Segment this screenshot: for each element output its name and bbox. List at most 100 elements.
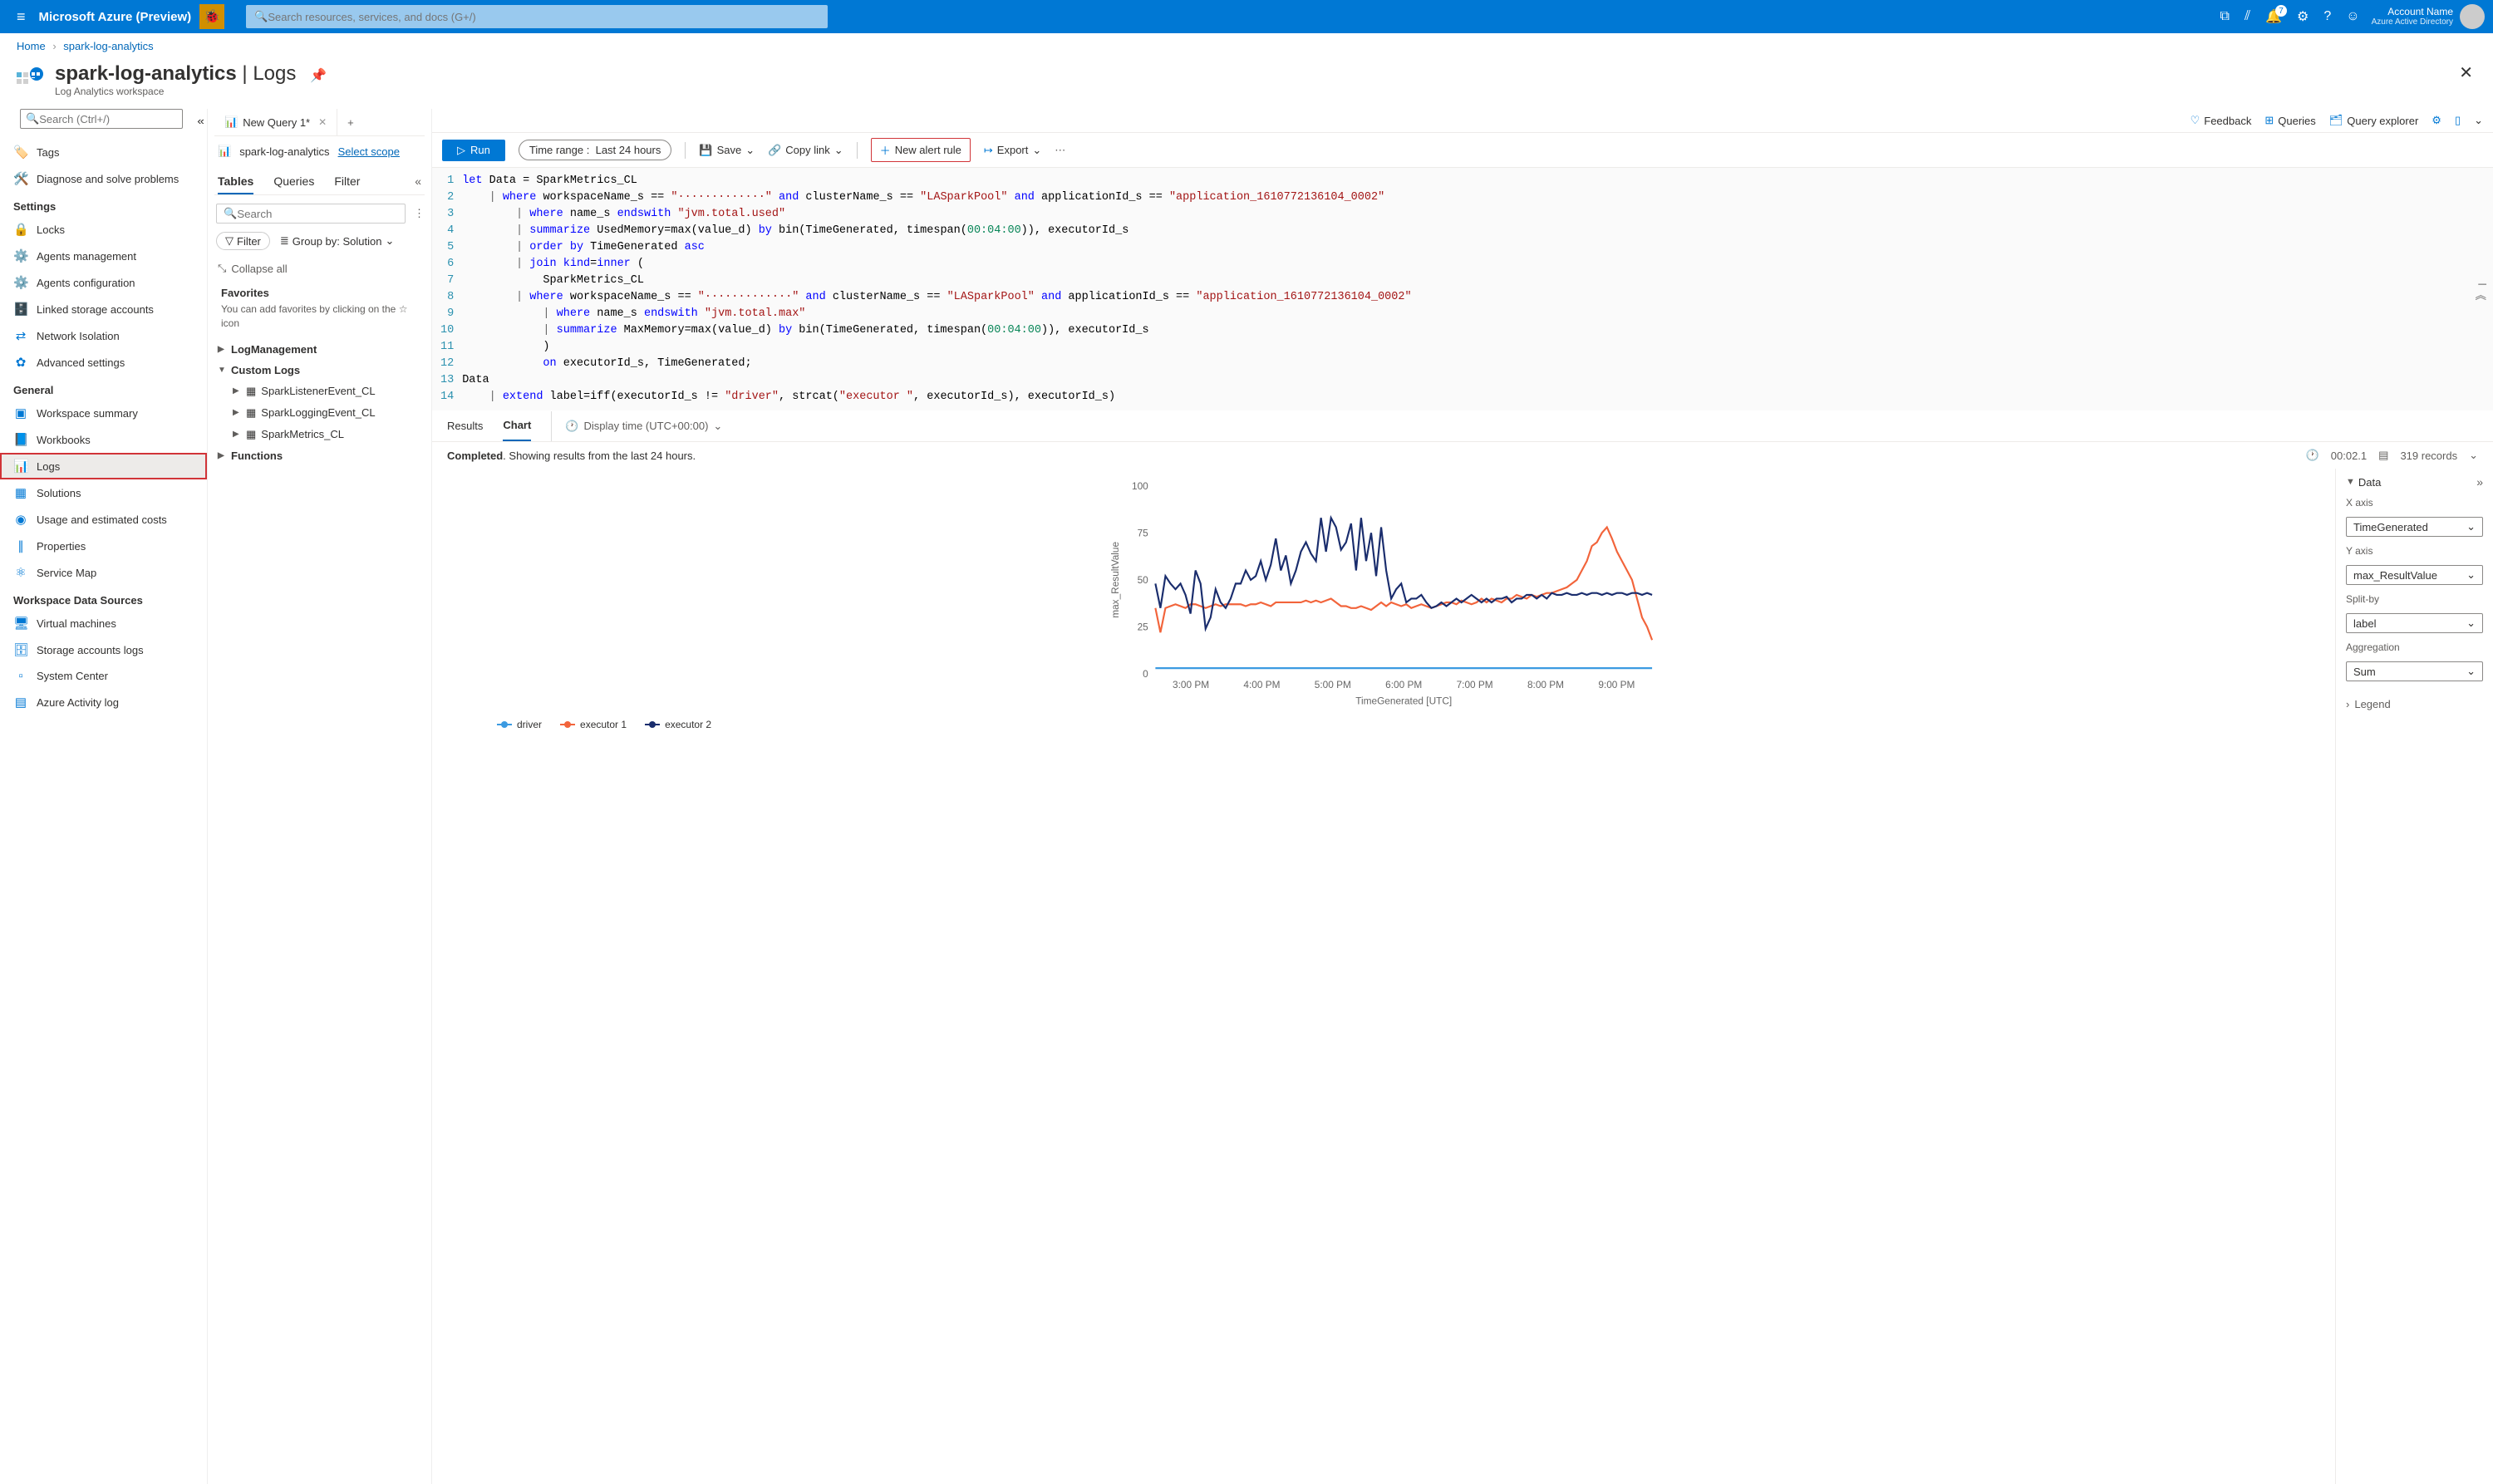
tree-functions[interactable]: ▶Functions [214,445,425,466]
clock-icon: 🕐 [565,420,578,433]
filter-button[interactable]: ▽Filter [216,232,270,250]
directory-filter-icon[interactable]: ⫽ [2245,9,2250,24]
splitby-select[interactable]: label⌄ [2346,613,2483,633]
tree-item-SparkLoggingEvent_CL[interactable]: ▶▦SparkLoggingEvent_CL [214,402,425,424]
clock-icon: 🕐 [2306,449,2319,462]
avatar[interactable] [2460,4,2485,29]
sidebar-item-virtual-machines[interactable]: 🖥Virtual machines [0,610,207,636]
collapse-panel-icon[interactable]: « [415,170,421,194]
search-icon: 🔍 [254,10,268,23]
y-axis-select[interactable]: max_ResultValue⌄ [2346,565,2483,585]
settings-icon[interactable]: ⚙ [2297,8,2309,25]
tree-item-SparkListenerEvent_CL[interactable]: ▶▦SparkListenerEvent_CL [214,381,425,402]
breadcrumb-current[interactable]: spark-log-analytics [63,40,153,52]
collapse-config-icon[interactable]: » [2476,475,2483,489]
code-body[interactable]: let Data = SparkMetrics_CL | where works… [462,173,2493,405]
display-time-select[interactable]: 🕐Display time (UTC+00:00) ⌄ [551,411,722,441]
tab-queries[interactable]: Queries [273,170,314,194]
sidebar-search-input[interactable] [39,113,177,125]
tables-search[interactable]: 🔍 [216,204,406,224]
pin-icon[interactable]: 📌 [310,69,327,83]
sidebar-item-icon: 🏷️ [13,145,28,160]
tree-item-SparkMetrics_CL[interactable]: ▶▦SparkMetrics_CL [214,424,425,445]
expand-results-icon[interactable]: ⌄ [2469,449,2478,462]
collapse-all-button[interactable]: ⤡Collapse all [214,257,425,280]
sidebar-item-diagnose-and-solve-problems[interactable]: 🛠️Diagnose and solve problems [0,165,207,192]
feedback-icon[interactable]: ☺ [2346,9,2359,24]
legend-section[interactable]: ›Legend [2346,698,2483,710]
query-editor[interactable]: 1234567891011121314 let Data = SparkMetr… [432,168,2493,410]
line-gutter: 1234567891011121314 [432,173,462,405]
sidebar-item-service-map[interactable]: ⚛Service Map [0,559,207,586]
global-search-input[interactable] [268,11,819,23]
time-range-select[interactable]: Time range : Last 24 hours [519,140,672,160]
chevron-down-icon: ⌄ [2466,665,2476,678]
collapse-sidebar-icon[interactable]: « [197,115,204,127]
cloud-shell-icon[interactable]: ⧉ [2220,9,2230,24]
more-options-icon[interactable]: ⋮ [414,207,425,220]
gear-icon[interactable]: ⚙ [2432,114,2441,127]
sidebar-item-agents-management[interactable]: ⚙️Agents management [0,243,207,269]
x-axis-select[interactable]: TimeGenerated⌄ [2346,517,2483,537]
aggregation-select[interactable]: Sum⌄ [2346,661,2483,681]
close-blade-icon[interactable]: ✕ [2459,62,2473,83]
query-tab[interactable]: 📊 New Query 1* ✕ [214,109,337,135]
main: 🔍 « 🏷️Tags🛠️Diagnose and solve problems S… [0,109,2493,1484]
queries-icon: ⊞ [2264,114,2274,127]
sidebar-item-logs[interactable]: 📊Logs [0,453,207,479]
preview-bug-icon[interactable]: 🐞 [199,4,224,29]
sidebar-search[interactable]: 🔍 [20,109,183,129]
top-actions: ♡Feedback ⊞Queries 🗂Query explorer ⚙ ▯ ⌄ [432,109,2493,133]
queries-button[interactable]: ⊞Queries [2264,114,2315,127]
tab-chart[interactable]: Chart [503,410,531,441]
add-tab-button[interactable]: + [337,110,364,135]
sidebar-item-solutions[interactable]: ▦Solutions [0,479,207,506]
sidebar-item-icon: 🖥 [13,616,28,631]
chevron-down-icon[interactable]: ⌄ [2474,114,2483,127]
sidebar-item-agents-configuration[interactable]: ⚙️Agents configuration [0,269,207,296]
tab-results[interactable]: Results [447,411,483,440]
query-explorer-button[interactable]: 🗂Query explorer [2329,114,2419,127]
help-icon[interactable]: ? [2323,9,2331,24]
select-scope-link[interactable]: Select scope [338,145,400,158]
collapse-code-icon[interactable]: — [2478,276,2486,292]
notifications-icon[interactable]: 🔔7 [2265,8,2282,25]
tab-tables[interactable]: Tables [218,170,253,194]
tab-filter[interactable]: Filter [334,170,360,194]
copy-link-button[interactable]: 🔗Copy link ⌄ [768,144,843,157]
sidebar-item-azure-activity-log[interactable]: ▤Azure Activity log [0,689,207,715]
feedback-button[interactable]: ♡Feedback [2191,114,2252,127]
chevron-down-icon: ⌄ [2466,568,2476,582]
global-search[interactable]: 🔍 [246,5,828,28]
topbar-actions: ⧉ ⫽ 🔔7 ⚙ ? ☺ [2220,8,2360,25]
tree-logmanagement[interactable]: ▶LogManagement [214,339,425,360]
new-alert-rule-button[interactable]: ＋New alert rule [871,138,971,162]
sidebar-item-storage-accounts-logs[interactable]: 🗄Storage accounts logs [0,636,207,663]
run-button[interactable]: ▷Run [442,140,505,161]
save-button[interactable]: 💾Save ⌄ [699,144,755,157]
sidebar-item-network-isolation[interactable]: ⇄Network Isolation [0,322,207,349]
sidebar-item-system-center[interactable]: ▫System Center [0,663,207,689]
tables-search-input[interactable] [237,208,398,220]
sidebar-item-linked-storage-accounts[interactable]: 🗄️Linked storage accounts [0,296,207,322]
azure-topbar: ≡ Microsoft Azure (Preview) 🐞 🔍 ⧉ ⫽ 🔔7 ⚙… [0,0,2493,33]
sidebar-item-icon: 🗄 [13,642,28,657]
more-icon[interactable]: ⋯ [1055,144,1065,157]
sidebar-item-workbooks[interactable]: 📘Workbooks [0,426,207,453]
book-icon[interactable]: ▯ [2455,114,2461,127]
play-icon: ▷ [457,144,465,157]
sidebar-item-icon: 📊 [13,459,28,474]
sidebar-item-workspace-summary[interactable]: ▣Workspace summary [0,400,207,426]
sidebar-item-locks[interactable]: 🔒Locks [0,216,207,243]
breadcrumb-home[interactable]: Home [17,40,46,52]
sidebar-item-tags[interactable]: 🏷️Tags [0,139,207,165]
account-block[interactable]: Account Name Azure Active Directory [2372,6,2453,27]
close-tab-icon[interactable]: ✕ [318,116,327,128]
hamburger-icon[interactable]: ≡ [8,8,34,26]
sidebar-item-properties[interactable]: ∥Properties [0,533,207,559]
sidebar-item-advanced-settings[interactable]: ✿Advanced settings [0,349,207,376]
tree-customlogs[interactable]: ▼Custom Logs [214,360,425,381]
groupby-select[interactable]: ≣Group by: Solution ⌄ [280,234,395,248]
export-button[interactable]: ↦Export ⌄ [984,144,1041,157]
sidebar-item-usage-and-estimated-costs[interactable]: ◉Usage and estimated costs [0,506,207,533]
